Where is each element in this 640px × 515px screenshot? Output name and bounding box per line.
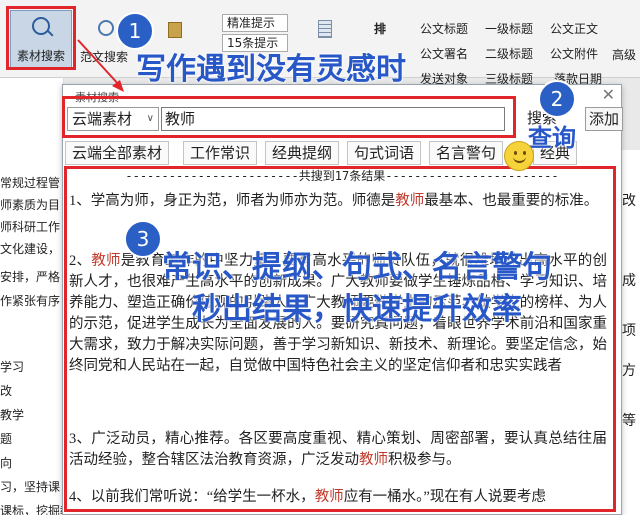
doc-line: 常规过程管 <box>0 176 61 190</box>
doc-line: 师科研工作 <box>0 220 61 234</box>
background-document: 常规过程管 师素质为目 师科研工作 文化建设， 安排，严格 作紧张有序 学习 改… <box>0 78 64 515</box>
callout-text-1: 写作遇到没有灵感时 <box>136 52 406 87</box>
keyword-highlight: 教师 <box>91 253 121 269</box>
close-icon[interactable]: ✕ <box>602 85 615 104</box>
doc-char: 改 <box>622 193 636 209</box>
level2-title-button[interactable]: 二级标题 <box>485 45 533 62</box>
step-badge-3: 3 <box>124 220 162 258</box>
doc-char: 等 <box>622 413 636 429</box>
item-text: 积极参与。 <box>388 452 461 468</box>
doc-line: 改 <box>0 384 13 398</box>
doc-line: 文化建设， <box>0 242 61 256</box>
list-item[interactable]: 1、学高为师，身正为范，师者为师亦为范。师德是教师最基本、也最重要的标准。 <box>69 191 607 212</box>
material-search-button[interactable]: 素材搜索 <box>10 10 72 68</box>
doc-line: 作紧张有序 <box>0 294 61 308</box>
essay-search-button[interactable]: 范文搜索 <box>80 48 128 65</box>
doc-line: 课标，挖掘教 <box>0 504 63 515</box>
tab-common-knowledge[interactable]: 工作常识 <box>183 141 258 165</box>
list-item[interactable]: 3、广泛动员，精心推荐。各区要高度重视、精心策划、周密部署，要认真总结往届活动经… <box>69 429 607 471</box>
source-select[interactable]: 云端素材 ∨ <box>67 107 159 131</box>
material-search-label: 素材搜索 <box>16 49 65 63</box>
callout-text-3a: 常识、提纲、句式、名言警句 <box>162 250 552 285</box>
doc-line: 安排，严格 <box>0 270 61 284</box>
item-text: 4、以前我们常听说：“给学生一杯水， <box>69 489 315 505</box>
tab-all-materials[interactable]: 云端全部素材 <box>65 141 170 165</box>
doc-line: 师素质为目 <box>0 198 61 212</box>
item-text: 2、 <box>69 253 92 269</box>
results-list: ------------------------共搜到17条结果--------… <box>65 167 619 515</box>
callout-text-2: 查询 <box>528 124 576 152</box>
tab-quotes[interactable]: 名言警句 <box>429 141 504 165</box>
eye-icon <box>514 151 517 155</box>
keyword-highlight: 教师 <box>359 452 388 468</box>
style-dropdown[interactable]: 精准提示 <box>222 14 288 32</box>
add-button[interactable]: 添加 <box>585 107 623 131</box>
advanced-button[interactable]: 高级 <box>612 46 636 63</box>
doc-char: 方 <box>622 363 636 379</box>
official-attach-button[interactable]: 公文附件 <box>550 45 598 62</box>
doc-line: 学习 <box>0 360 25 374</box>
chevron-down-icon: ∨ <box>146 113 154 124</box>
results-count: ------------------------共搜到17条结果--------… <box>125 169 559 183</box>
official-sign-button[interactable]: 公文署名 <box>420 45 468 62</box>
item-text: 3、广泛动员，精心推荐。各区要高度重视、精心策划、周密部署，要认真总结往届活动经… <box>69 431 607 468</box>
callout-text-3b: 秒出结果，快速提升效率 <box>192 292 522 327</box>
search-input[interactable]: 教师 <box>161 107 505 131</box>
step-badge-2: 2 <box>538 80 576 118</box>
keyword-highlight: 教师 <box>314 489 344 505</box>
official-title-button[interactable]: 公文标题 <box>420 20 468 37</box>
keyword-highlight: 教师 <box>395 193 425 209</box>
search-icon <box>32 17 50 35</box>
item-text: 1、学高为师，身正为范，师者为师亦为范。师德是 <box>69 193 396 209</box>
paragraph-button[interactable]: 排 <box>374 20 386 37</box>
source-select-value: 云端素材 <box>72 110 133 128</box>
tab-phrases[interactable]: 句式词语 <box>347 141 422 165</box>
search-icon <box>98 20 114 36</box>
eye-icon <box>523 151 526 155</box>
doc-line: 题 <box>0 432 13 446</box>
doc-char: 项 <box>622 323 636 339</box>
doc-line: 向 <box>0 456 13 470</box>
smiley-emoji-icon <box>504 141 534 171</box>
item-text: 最基本、也最重要的标准。 <box>424 193 599 209</box>
doc-line: 习，坚持课 <box>0 480 61 494</box>
tab-outlines[interactable]: 经典提纲 <box>265 141 340 165</box>
official-body-button[interactable]: 公文正文 <box>550 20 598 37</box>
table-icon <box>318 20 332 38</box>
mouth-icon <box>513 156 526 163</box>
doc-line: 教学 <box>0 408 25 422</box>
item-text: 应有一桶水。”现在有人说要考虑 <box>343 489 546 505</box>
doc-char: 成 <box>622 273 636 289</box>
document-icon <box>168 22 182 38</box>
list-item[interactable]: 4、以前我们常听说：“给学生一杯水，教师应有一桶水。”现在有人说要考虑 <box>69 487 607 508</box>
level1-title-button[interactable]: 一级标题 <box>485 20 533 37</box>
dialog-title: 素材搜索 <box>75 91 119 104</box>
